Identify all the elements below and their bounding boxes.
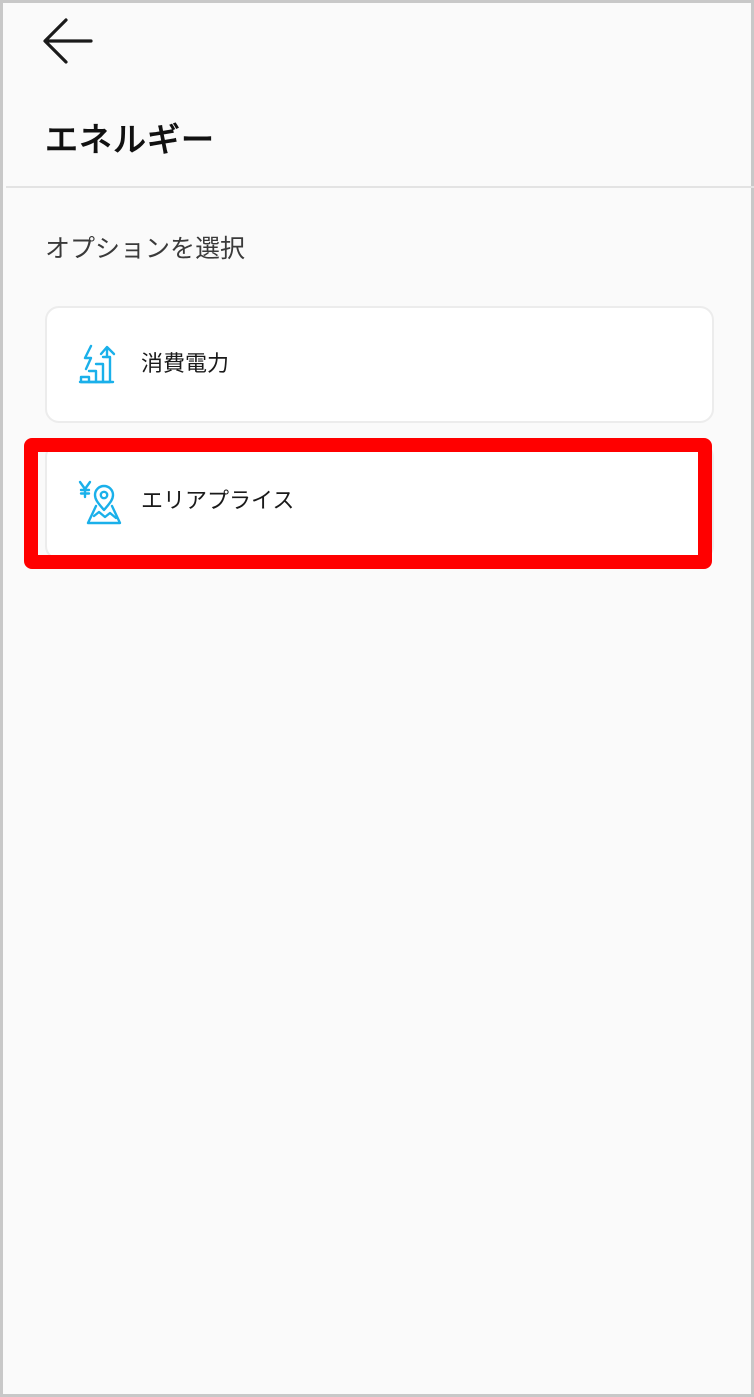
option-power-consumption[interactable]: 消費電力 [45, 306, 714, 423]
option-label-power-consumption: 消費電力 [141, 352, 230, 377]
power-consumption-chart-icon [77, 342, 125, 390]
back-button[interactable] [39, 15, 99, 67]
page-title: エネルギー [45, 120, 215, 159]
yen-location-map-icon [77, 479, 125, 527]
screen-frame: エネルギー オプションを選択 消費電力 エリアプライス [0, 0, 754, 1397]
arrow-left-icon [43, 18, 93, 64]
option-label-area-price: エリアプライス [141, 489, 295, 514]
header-divider [6, 186, 754, 188]
option-area-price[interactable]: エリアプライス [45, 443, 714, 560]
section-label: オプションを選択 [45, 234, 246, 263]
